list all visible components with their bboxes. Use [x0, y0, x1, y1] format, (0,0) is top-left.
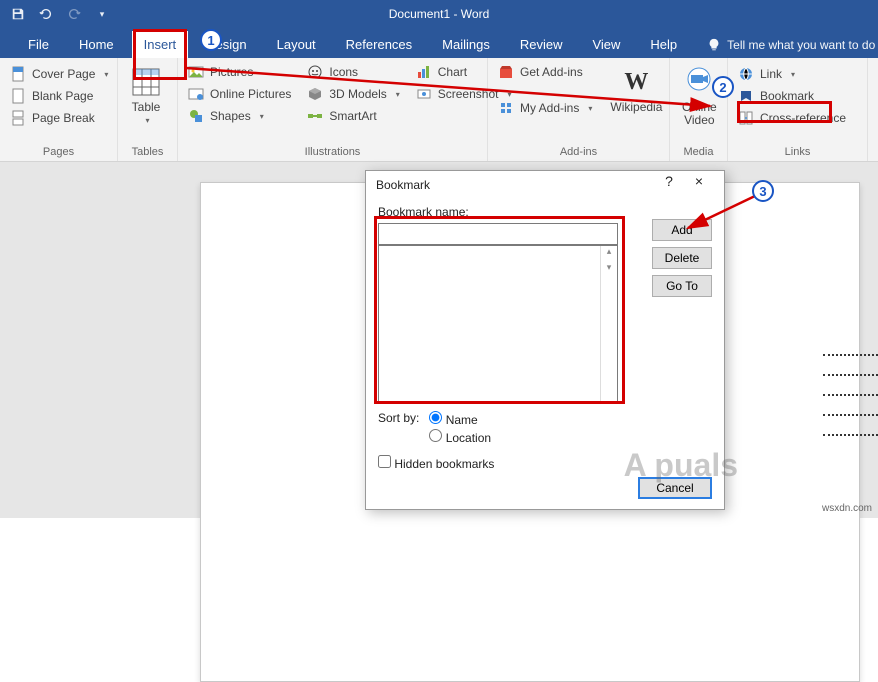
group-label-links: Links: [728, 144, 867, 161]
redo-icon: [64, 4, 84, 24]
group-label-illustrations: Illustrations: [178, 144, 487, 161]
icons-button[interactable]: Icons: [303, 62, 403, 82]
my-addins-button[interactable]: My Add-ins: [494, 98, 596, 118]
shapes-button[interactable]: Shapes: [184, 106, 295, 126]
screenshot-icon: [416, 86, 432, 102]
pictures-button[interactable]: Pictures: [184, 62, 295, 82]
cover-page-button[interactable]: Cover Page: [6, 64, 112, 84]
dialog-title: Bookmark: [376, 178, 654, 192]
badge-1: 1: [200, 29, 222, 51]
link-button[interactable]: Link: [734, 64, 850, 84]
hidden-bookmarks-checkbox[interactable]: Hidden bookmarks: [378, 455, 494, 471]
dialog-close-button[interactable]: ×: [684, 173, 714, 197]
addins-icon: [498, 100, 514, 116]
get-addins-button[interactable]: Get Add-ins: [494, 62, 596, 82]
badge-2: 2: [712, 76, 734, 98]
credit-text: wsxdn.com: [822, 503, 872, 514]
page-break-icon: [10, 110, 26, 126]
dialog-help-button[interactable]: ?: [654, 173, 684, 197]
ribbon-tabs: File Home Insert Design Layout Reference…: [0, 28, 878, 58]
document-title: Document1 - Word: [389, 7, 489, 21]
table-button[interactable]: Table: [124, 62, 168, 140]
tab-file[interactable]: File: [16, 31, 61, 58]
tab-review[interactable]: Review: [508, 31, 575, 58]
online-pictures-button[interactable]: Online Pictures: [184, 84, 295, 104]
undo-icon[interactable]: [36, 4, 56, 24]
icons-icon: [307, 64, 323, 80]
save-icon[interactable]: [8, 4, 28, 24]
xref-icon: [738, 110, 754, 126]
add-button[interactable]: Add: [652, 219, 712, 241]
group-label-addins: Add-ins: [488, 144, 669, 161]
video-icon: [683, 66, 715, 98]
cross-reference-button[interactable]: Cross-reference: [734, 108, 850, 128]
blank-page-icon: [10, 88, 26, 104]
3d-models-icon: [307, 86, 323, 102]
group-label-tables: Tables: [118, 144, 177, 161]
title-bar: ▾ Document1 - Word: [0, 0, 878, 28]
bookmark-name-input[interactable]: [378, 223, 618, 245]
delete-button[interactable]: Delete: [652, 247, 712, 269]
bookmark-icon: [738, 88, 754, 104]
shapes-icon: [188, 108, 204, 124]
blank-page-button[interactable]: Blank Page: [6, 86, 112, 106]
wikipedia-icon: W: [620, 66, 652, 98]
bookmark-button[interactable]: Bookmark: [734, 86, 850, 106]
smartart-button[interactable]: SmartArt: [303, 106, 403, 126]
pictures-icon: [188, 64, 204, 80]
sort-location-radio[interactable]: Location: [429, 429, 491, 445]
wikipedia-button[interactable]: W Wikipedia: [604, 62, 668, 140]
group-label-pages: Pages: [0, 144, 117, 161]
3d-models-button[interactable]: 3D Models: [303, 84, 403, 104]
lightbulb-icon: [707, 38, 721, 52]
table-icon: [130, 66, 162, 98]
bookmark-list[interactable]: ▴▾: [378, 245, 618, 403]
smartart-icon: [307, 108, 323, 124]
online-pictures-icon: [188, 86, 204, 102]
tab-mailings[interactable]: Mailings: [430, 31, 502, 58]
group-label-media: Media: [670, 144, 727, 161]
tab-view[interactable]: View: [580, 31, 632, 58]
scrollbar[interactable]: ▴▾: [600, 246, 617, 402]
tab-help[interactable]: Help: [638, 31, 689, 58]
tab-insert[interactable]: Insert: [132, 31, 189, 58]
online-video-button[interactable]: Online Video: [676, 62, 723, 140]
tab-layout[interactable]: Layout: [265, 31, 328, 58]
ribbon: Cover Page Blank Page Page Break Pages T…: [0, 58, 878, 162]
decorative-lines: [823, 354, 878, 454]
tab-references[interactable]: References: [334, 31, 424, 58]
link-icon: [738, 66, 754, 82]
tab-home[interactable]: Home: [67, 31, 126, 58]
qat-customize-icon[interactable]: ▾: [92, 4, 112, 24]
chart-icon: [416, 64, 432, 80]
goto-button[interactable]: Go To: [652, 275, 712, 297]
cover-page-icon: [10, 66, 26, 82]
sortby-label: Sort by:: [378, 411, 419, 425]
store-icon: [498, 64, 514, 80]
badge-3: 3: [752, 180, 774, 202]
page-break-button[interactable]: Page Break: [6, 108, 112, 128]
bookmark-name-label: Bookmark name:: [378, 205, 712, 219]
tell-me-search[interactable]: Tell me what you want to do: [707, 38, 875, 58]
sort-name-radio[interactable]: Name: [429, 411, 491, 427]
watermark: A puals: [624, 447, 738, 484]
